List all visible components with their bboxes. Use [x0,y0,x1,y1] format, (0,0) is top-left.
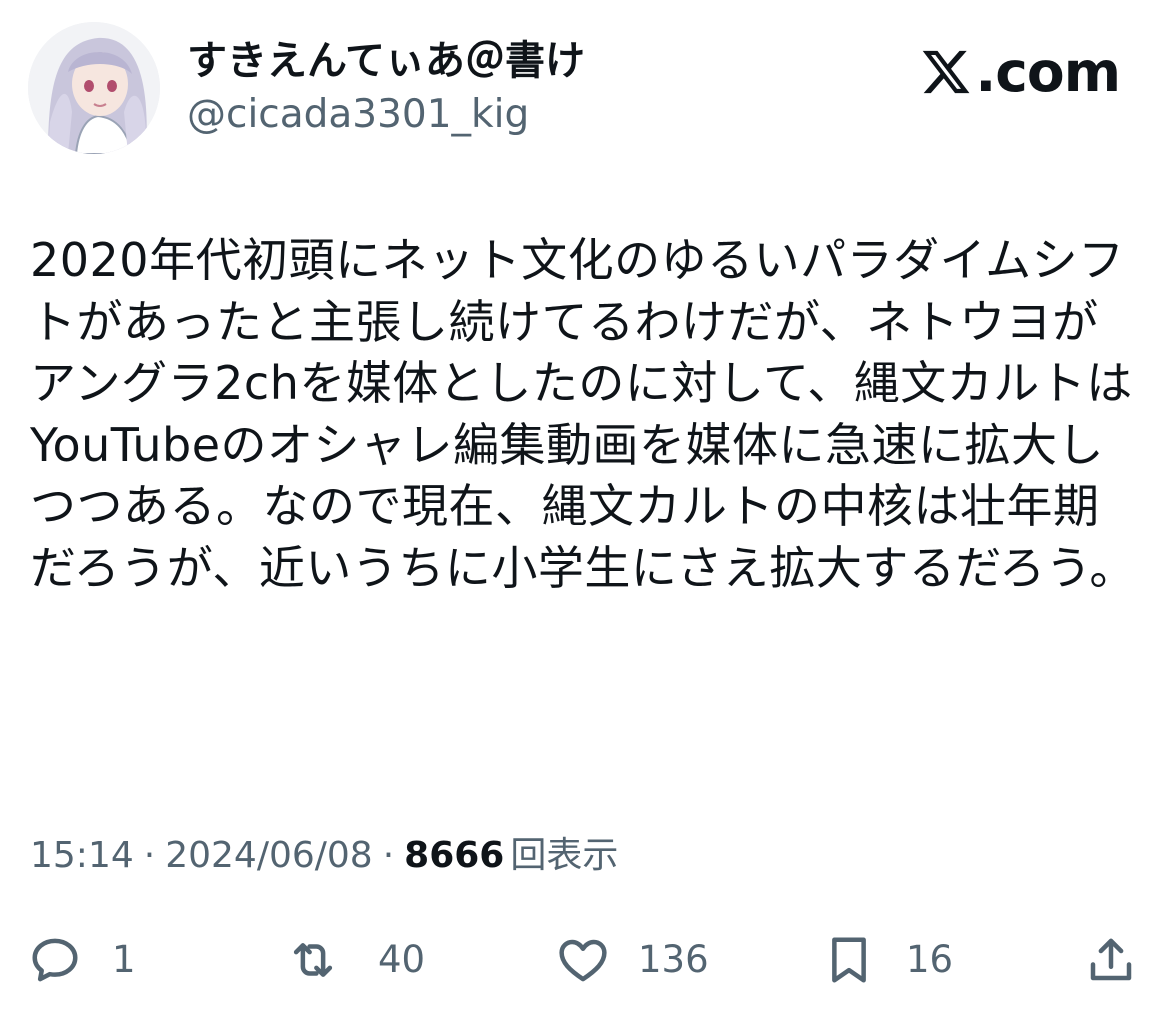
tweet-meta: 15:14 · 2024/06/08 · 8666 回表示 [30,832,618,880]
heart-icon [559,939,607,982]
brand-label: .com [975,40,1121,104]
meta-separator: · [143,835,156,876]
repost-button[interactable]: 40 [286,925,425,995]
bookmark-icon [832,937,866,983]
bookmark-count: 16 [906,938,954,981]
meta-separator: · [382,835,395,876]
avatar-icon [28,22,160,154]
author-handle[interactable]: @cicada3301_kig [187,91,529,139]
tweet-date[interactable]: 2024/06/08 [165,832,373,880]
share-icon [1090,938,1132,981]
brand: .com [919,40,1121,104]
author-display-name[interactable]: すきえんてぃあ＠書け [187,36,585,86]
avatar[interactable] [28,22,160,154]
views-label: 回表示 [510,835,619,876]
views-count: 8666 [404,835,505,876]
share-button[interactable] [1084,925,1138,995]
repost-icon [293,943,333,977]
tweet-time[interactable]: 15:14 [30,832,134,880]
bookmark-button[interactable]: 16 [822,925,953,995]
action-bar: 1 40 136 16 [0,925,1170,995]
tweet-text: 2020年代初頭にネット文化のゆるいパラダイムシフトがあったと主張し続けてるわけ… [30,233,1136,595]
x-logo-icon [923,50,970,94]
reply-count: 1 [112,938,136,981]
reply-button[interactable]: 1 [28,925,136,995]
like-count: 136 [638,938,709,981]
tweet-card: すきえんてぃあ＠書け @cicada3301_kig .com 2020年代初頭… [0,0,1170,1012]
like-button[interactable]: 136 [556,925,709,995]
reply-icon [32,938,78,982]
repost-count: 40 [378,938,426,981]
